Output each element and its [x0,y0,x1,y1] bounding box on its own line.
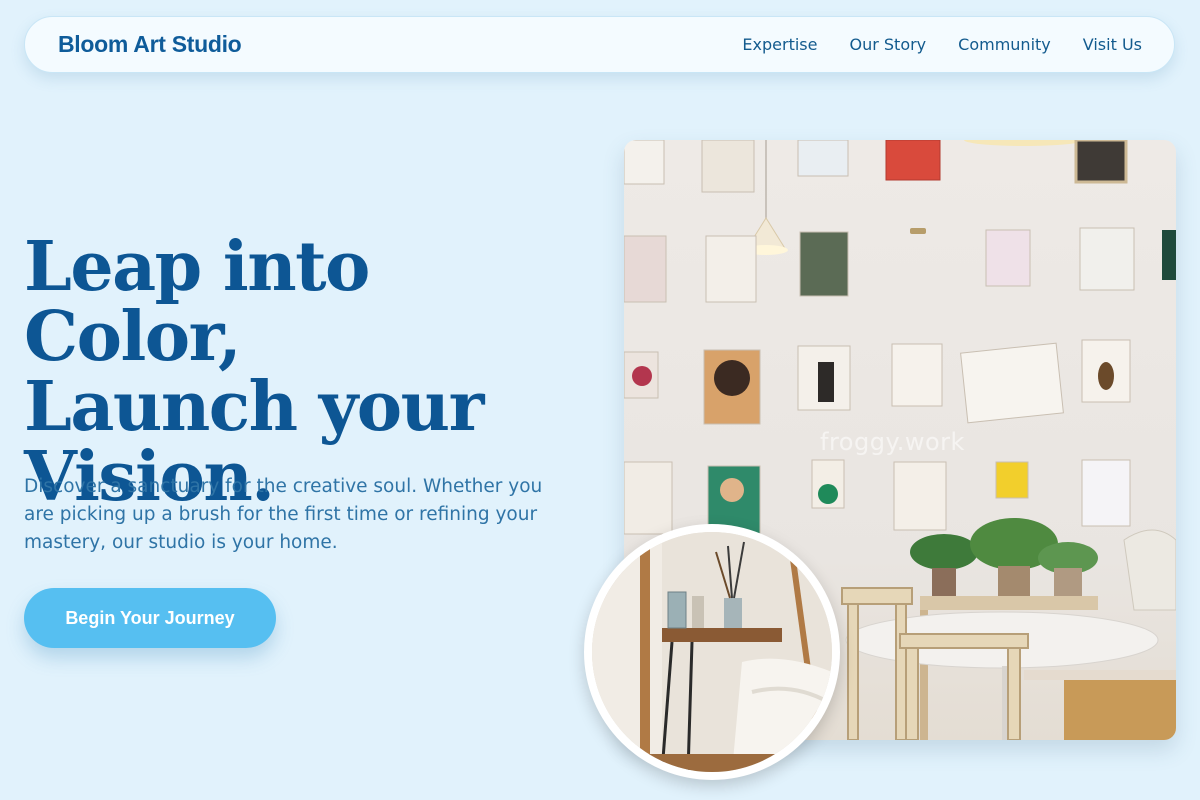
hero-headline: Leap into Color, Launch your Vision. [24,232,604,512]
image-watermark: froggy.work [820,428,965,456]
easel-table-illustration [592,532,832,772]
brand-logo[interactable]: Bloom Art Studio [58,31,242,58]
studio-detail-image [584,524,840,780]
hero-description: Discover a sanctuary for the creative so… [24,476,543,553]
hero-headline-line: Launch your [24,367,484,447]
studio-detail-image-frame [592,532,832,772]
nav-link-visit-us[interactable]: Visit Us [1083,35,1142,54]
nav-link-community[interactable]: Community [958,35,1051,54]
hero-headline-line: Leap into Color, [24,227,370,377]
site-header: Bloom Art Studio Expertise Our Story Com… [24,16,1175,73]
main-nav: Expertise Our Story Community Visit Us [710,35,1142,54]
nav-link-our-story[interactable]: Our Story [849,35,926,54]
nav-link-expertise[interactable]: Expertise [742,35,817,54]
begin-journey-button[interactable]: Begin Your Journey [24,588,276,648]
